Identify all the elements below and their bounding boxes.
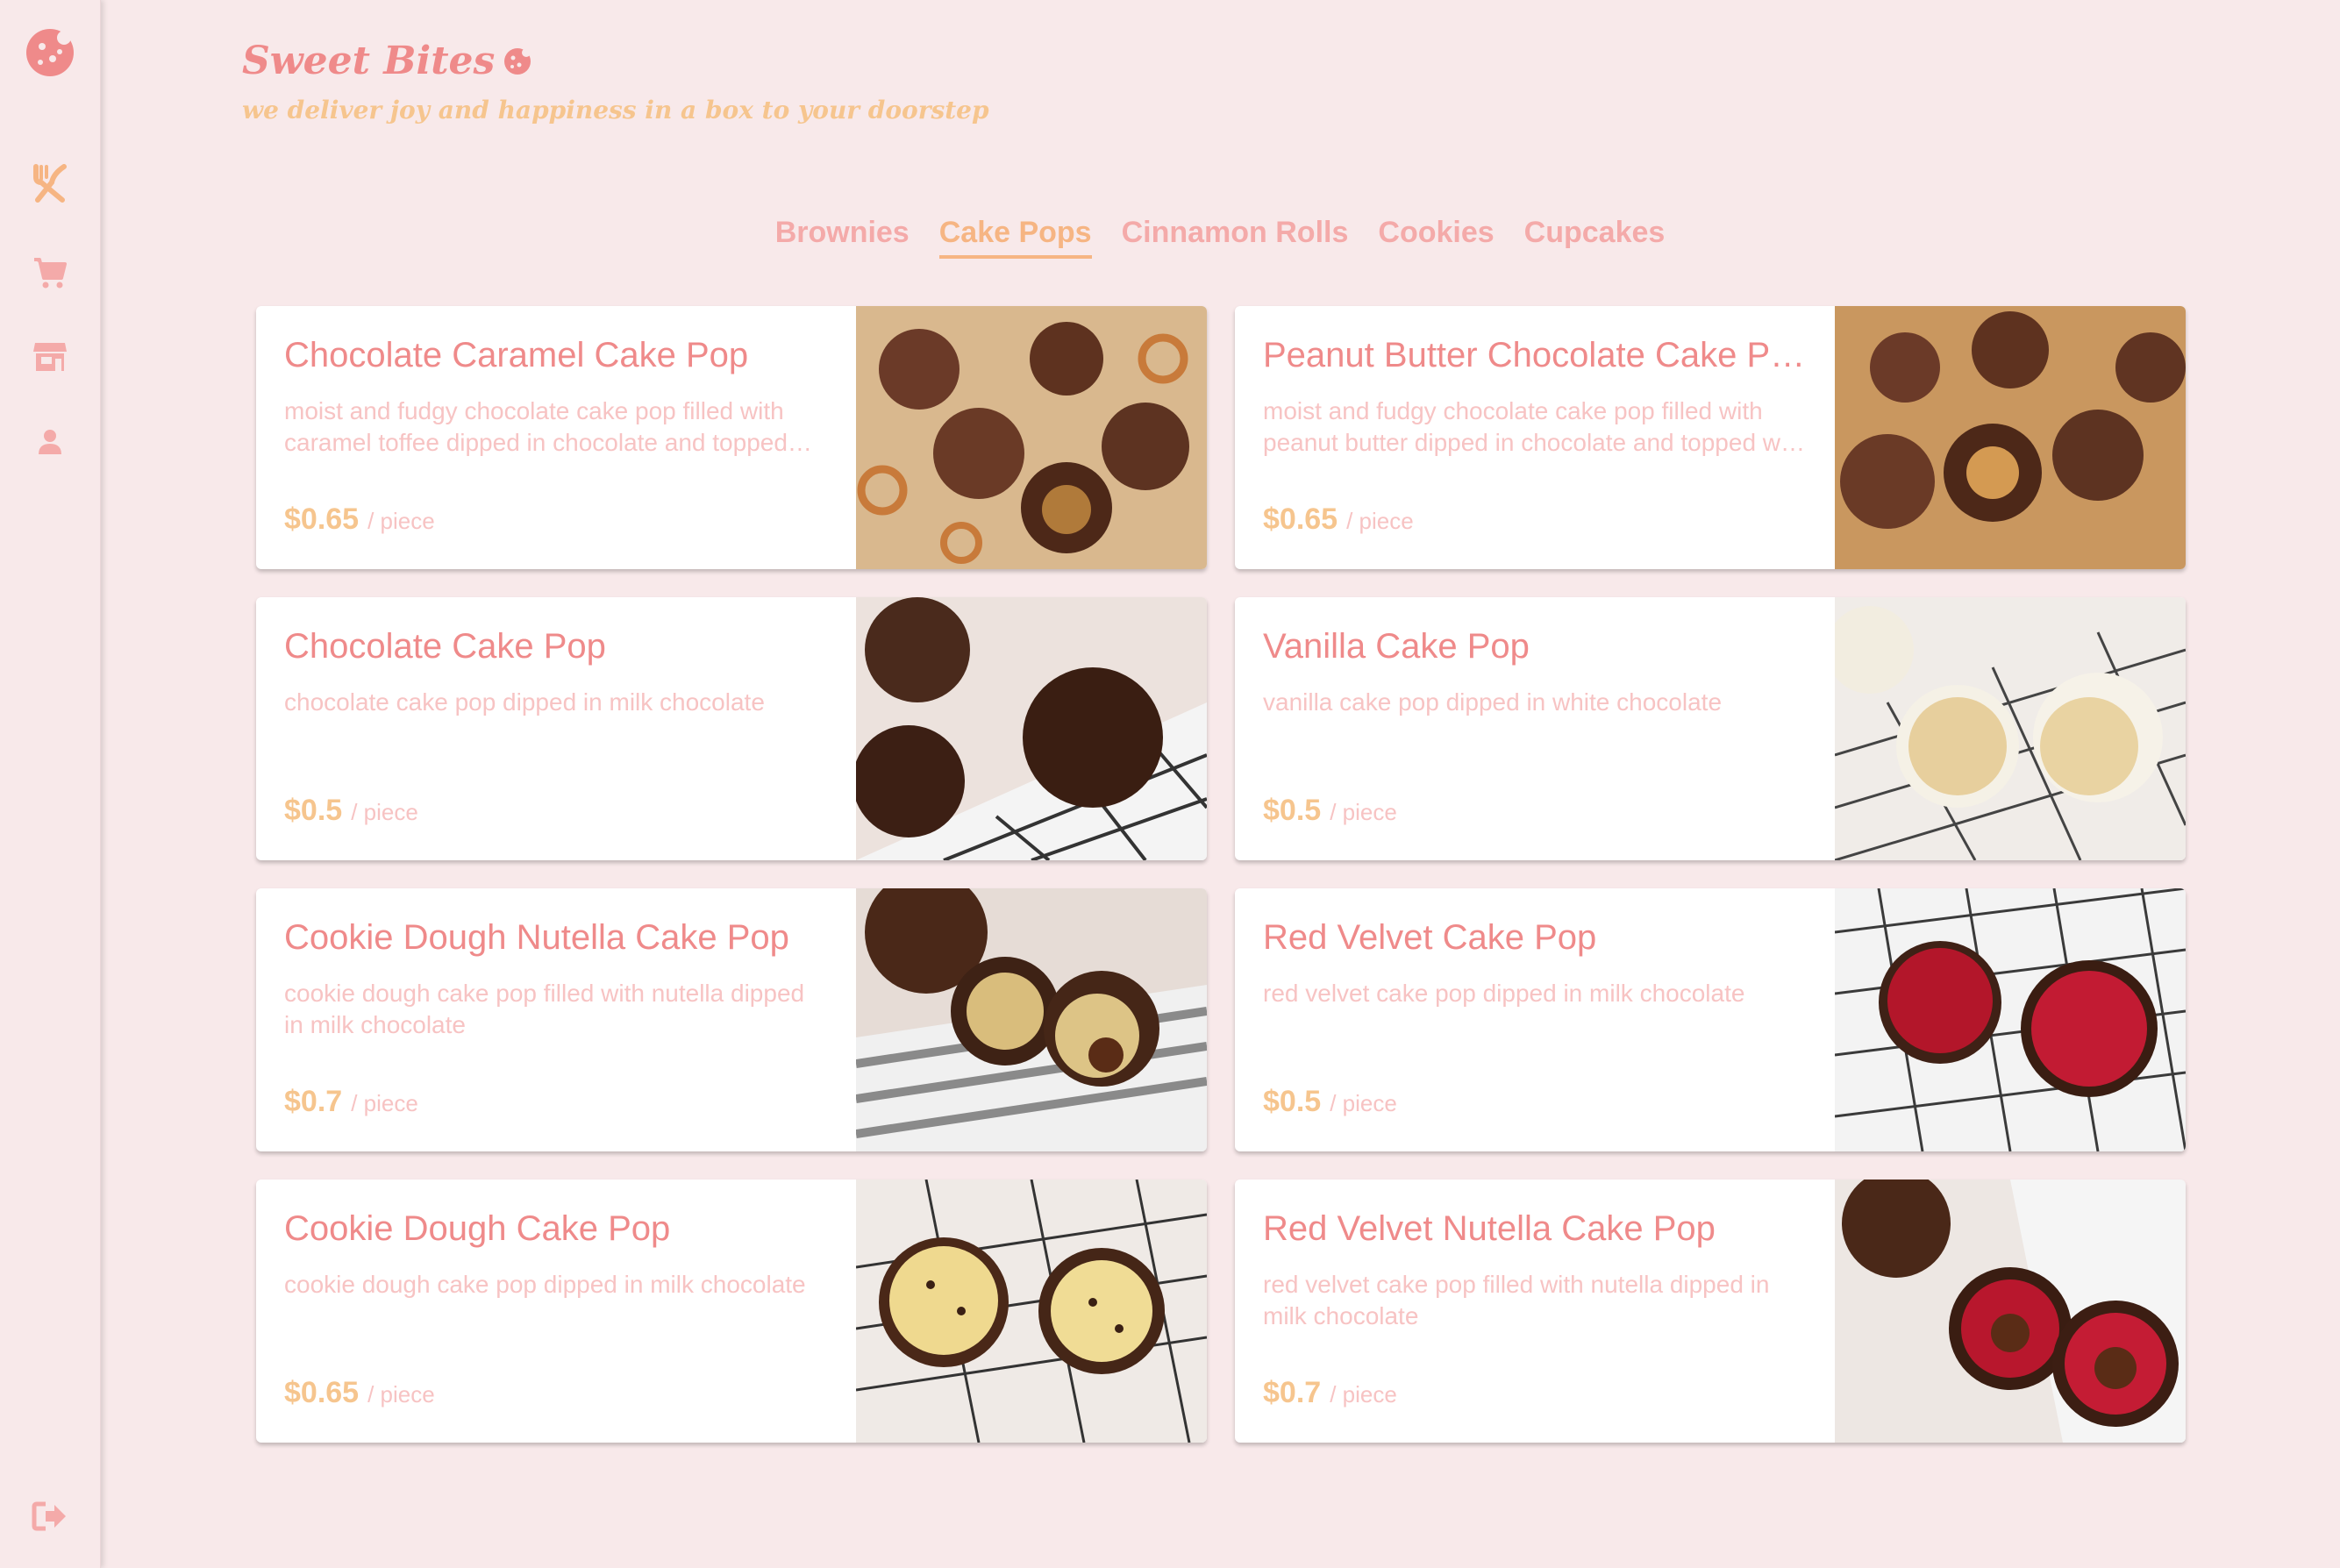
product-name: Vanilla Cake Pop [1263, 627, 1530, 666]
price-unit: / piece [351, 1090, 418, 1116]
product-price: $0.65 / piece [284, 1376, 435, 1410]
product-card[interactable]: Cookie Dough Cake Pop cookie dough cake … [256, 1180, 1207, 1443]
price-value: $0.7 [284, 1085, 343, 1118]
product-name: Cookie Dough Nutella Cake Pop [284, 918, 789, 957]
product-card[interactable]: Cookie Dough Nutella Cake Pop cookie dou… [256, 888, 1207, 1151]
app-title-text: Sweet Bites [242, 39, 496, 83]
store-icon[interactable] [0, 335, 100, 379]
brand-header: Sweet Bites we deliver joy and happiness… [242, 39, 989, 125]
price-value: $0.7 [1263, 1376, 1322, 1409]
product-description: red velvet cake pop dipped in milk choco… [1263, 980, 1745, 1007]
product-name: Chocolate Caramel Cake Pop [284, 336, 749, 374]
product-image [856, 597, 1207, 860]
logout-icon[interactable] [0, 1494, 100, 1538]
cookie-icon [504, 47, 531, 75]
product-description: chocolate cake pop dipped in milk chocol… [284, 688, 765, 716]
tab-cake-pops[interactable]: Cake Pops [938, 216, 1092, 259]
product-info: Red Velvet Nutella Cake Pop red velvet c… [1263, 1180, 1807, 1443]
product-card[interactable]: Red Velvet Nutella Cake Pop red velvet c… [1235, 1180, 2186, 1443]
price-unit: / piece [367, 1381, 435, 1408]
price-unit: / piece [1346, 508, 1414, 534]
product-description: moist and fudgy chocolate cake pop fille… [284, 397, 788, 456]
app-title: Sweet Bites [242, 39, 989, 83]
category-tabs: Brownies Cake Pops Cinnamon Rolls Cookie… [0, 216, 2340, 259]
product-description: red velvet cake pop filled with nutella … [1263, 1271, 1770, 1329]
product-grid: Chocolate Caramel Cake Pop moist and fud… [256, 306, 2186, 1443]
price-unit: / piece [1330, 1090, 1397, 1116]
product-info: Peanut Butter Chocolate Cake Pop moist a… [1263, 306, 1807, 569]
product-description: moist and fudgy chocolate cake pop fille… [1263, 397, 1807, 456]
app-tagline: we deliver joy and happiness in a box to… [242, 96, 989, 125]
product-image [1835, 888, 2186, 1151]
product-image [1835, 1180, 2186, 1443]
product-name: Peanut Butter Chocolate Cake Pop [1263, 336, 1807, 374]
product-image [856, 1180, 1207, 1443]
tab-cookies[interactable]: Cookies [1378, 216, 1494, 259]
product-description: cookie dough cake pop filled with nutell… [284, 980, 805, 1038]
product-name: Chocolate Cake Pop [284, 627, 606, 666]
product-info: Chocolate Caramel Cake Pop moist and fud… [284, 306, 828, 569]
product-card[interactable]: Vanilla Cake Pop vanilla cake pop dipped… [1235, 597, 2186, 860]
product-image [1835, 597, 2186, 860]
product-price: $0.7 / piece [1263, 1376, 1397, 1410]
product-name: Cookie Dough Cake Pop [284, 1209, 671, 1248]
product-card[interactable]: Chocolate Cake Pop chocolate cake pop di… [256, 597, 1207, 860]
tab-brownies[interactable]: Brownies [775, 216, 910, 259]
product-info: Cookie Dough Nutella Cake Pop cookie dou… [284, 888, 828, 1151]
price-unit: / piece [1330, 799, 1397, 825]
price-value: $0.5 [284, 794, 343, 827]
product-description: cookie dough cake pop dipped in milk cho… [284, 1271, 806, 1298]
price-value: $0.5 [1263, 794, 1322, 827]
price-value: $0.65 [284, 502, 360, 536]
product-price: $0.5 / piece [284, 794, 418, 828]
product-price: $0.5 / piece [1263, 1085, 1397, 1119]
product-card[interactable]: Peanut Butter Chocolate Cake Pop moist a… [1235, 306, 2186, 569]
price-unit: / piece [351, 799, 418, 825]
product-info: Cookie Dough Cake Pop cookie dough cake … [284, 1180, 828, 1443]
utensils-icon[interactable] [0, 158, 100, 207]
product-image [856, 888, 1207, 1151]
product-price: $0.65 / piece [284, 502, 435, 537]
product-price: $0.65 / piece [1263, 502, 1414, 537]
product-price: $0.7 / piece [284, 1085, 418, 1119]
price-value: $0.65 [284, 1376, 360, 1409]
price-unit: / piece [367, 508, 435, 534]
product-description: vanilla cake pop dipped in white chocola… [1263, 688, 1723, 716]
product-card[interactable]: Chocolate Caramel Cake Pop moist and fud… [256, 306, 1207, 569]
product-info: Chocolate Cake Pop chocolate cake pop di… [284, 597, 828, 860]
price-value: $0.65 [1263, 502, 1338, 536]
product-info: Red Velvet Cake Pop red velvet cake pop … [1263, 888, 1807, 1151]
product-info: Vanilla Cake Pop vanilla cake pop dipped… [1263, 597, 1807, 860]
product-image [856, 306, 1207, 569]
product-name: Red Velvet Nutella Cake Pop [1263, 1209, 1716, 1248]
price-value: $0.5 [1263, 1085, 1322, 1118]
product-card[interactable]: Red Velvet Cake Pop red velvet cake pop … [1235, 888, 2186, 1151]
product-image [1835, 306, 2186, 569]
product-price: $0.5 / piece [1263, 794, 1397, 828]
tab-cupcakes[interactable]: Cupcakes [1524, 216, 1666, 259]
product-name: Red Velvet Cake Pop [1263, 918, 1597, 957]
cookie-logo-icon[interactable] [0, 25, 100, 81]
tab-cinnamon-rolls[interactable]: Cinnamon Rolls [1122, 216, 1349, 259]
price-unit: / piece [1330, 1381, 1397, 1408]
user-icon[interactable] [0, 419, 100, 463]
